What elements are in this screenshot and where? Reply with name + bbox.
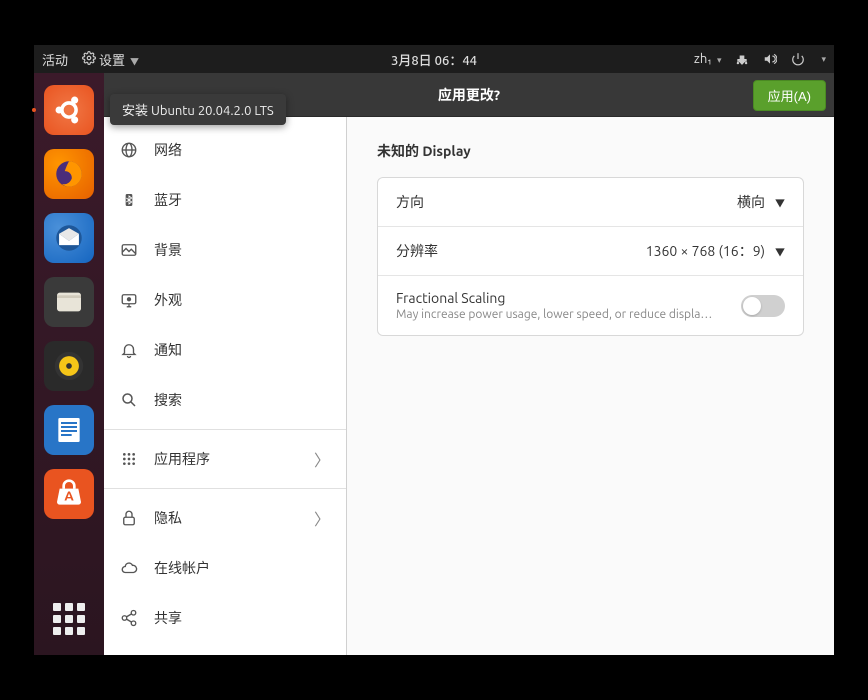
dock: A [34,73,104,655]
sidebar-item-bluetooth[interactable]: 蓝牙 [104,175,346,225]
chevron-right-icon: 〉 [314,447,330,471]
sidebar-item-label: 隐私 [154,508,182,528]
app-menu[interactable]: 设置 ▼ [82,50,139,69]
fractional-scaling-toggle[interactable] [741,295,785,317]
sidebar-item-label: 蓝牙 [154,190,182,210]
bluetooth-icon [120,191,138,209]
dock-item-libreoffice-writer[interactable] [44,405,94,455]
activities-button[interactable]: 活动 [42,50,68,69]
gear-icon [82,51,96,65]
apply-button[interactable]: 应用(A) [753,80,826,111]
display-settings-group: 方向 横向 ▼ 分辨率 1360 × 768 (16：9) ▼ Fractio [377,177,804,336]
chevron-down-icon: ▼ [775,244,785,259]
sidebar-item-label: 共享 [154,608,182,628]
separator [104,488,346,489]
sidebar-item-privacy[interactable]: 隐私 〉 [104,493,346,543]
chevron-right-icon: 〉 [314,506,330,530]
setting-orientation[interactable]: 方向 横向 ▼ [378,178,803,227]
setting-resolution[interactable]: 分辨率 1360 × 768 (16：9) ▼ [378,227,803,276]
content-pane: 未知的 Display 方向 横向 ▼ 分辨率 1360 × 768 (16：9… [347,117,834,655]
sidebar-item-search[interactable]: 搜索 [104,375,346,425]
section-title: 未知的 Display [377,141,804,161]
sidebar-item-label: 搜索 [154,390,182,410]
sidebar-item-label: 应用程序 [154,449,210,469]
separator [104,429,346,430]
dock-show-applications[interactable] [47,597,91,641]
sidebar-item-label: 背景 [154,240,182,260]
grid-icon [120,450,138,468]
dock-item-thunderbird[interactable] [44,213,94,263]
power-icon[interactable] [791,52,805,66]
clock[interactable]: 3月8日 06：44 [391,50,477,69]
search-icon [120,391,138,409]
setting-value: 横向 ▼ [737,192,785,212]
input-method-indicator[interactable]: zh₁ ▾ [694,52,722,66]
settings-window: 应用更改? 应用(A) 网络 蓝牙 背景 [104,73,834,655]
bell-icon [120,341,138,359]
sidebar-item-applications[interactable]: 应用程序 〉 [104,434,346,484]
setting-subtitle: May increase power usage, lower speed, o… [396,308,716,321]
sidebar-item-label: 通知 [154,340,182,360]
dock-item-rhythmbox[interactable] [44,341,94,391]
sidebar-item-sharing[interactable]: 共享 [104,593,346,643]
dock-item-firefox[interactable] [44,149,94,199]
globe-icon [120,141,138,159]
app-menu-label: 设置 [99,54,125,68]
sidebar-item-label: 在线帐户 [154,558,210,578]
sidebar-item-network[interactable]: 网络 [104,125,346,175]
setting-label: 方向 [396,192,424,212]
chevron-down-icon: ▾ [821,54,826,65]
appearance-icon [120,291,138,309]
cloud-icon [120,559,138,577]
network-icon[interactable] [735,52,749,66]
top-bar: 活动 设置 ▼ 3月8日 06：44 zh₁ ▾ ▾ [34,45,834,73]
sidebar-item-online-accounts[interactable]: 在线帐户 [104,543,346,593]
volume-icon[interactable] [763,52,777,66]
setting-label: Fractional Scaling [396,290,716,306]
background-icon [120,241,138,259]
sidebar-item-background[interactable]: 背景 [104,225,346,275]
lock-icon [120,509,138,527]
sidebar-item-notifications[interactable]: 通知 [104,325,346,375]
chevron-down-icon: ▼ [775,195,785,210]
chevron-down-icon: ▾ [717,55,722,65]
tooltip: 安装 Ubuntu 20.04.2.0 LTS [110,94,286,125]
settings-sidebar: 网络 蓝牙 背景 外观 [104,117,347,655]
setting-fractional-scaling: Fractional Scaling May increase power us… [378,276,803,335]
sidebar-item-label: 外观 [154,290,182,310]
svg-text:A: A [64,489,74,504]
header-title: 应用更改? [438,85,500,105]
dock-item-files[interactable] [44,277,94,327]
setting-label: 分辨率 [396,241,438,261]
share-icon [120,609,138,627]
dock-item-installer[interactable] [44,85,94,135]
sidebar-item-appearance[interactable]: 外观 [104,275,346,325]
setting-value: 1360 × 768 (16：9) ▼ [646,241,785,261]
chevron-down-icon: ▼ [130,57,139,67]
dock-item-software[interactable]: A [44,469,94,519]
sidebar-item-label: 网络 [154,140,182,160]
